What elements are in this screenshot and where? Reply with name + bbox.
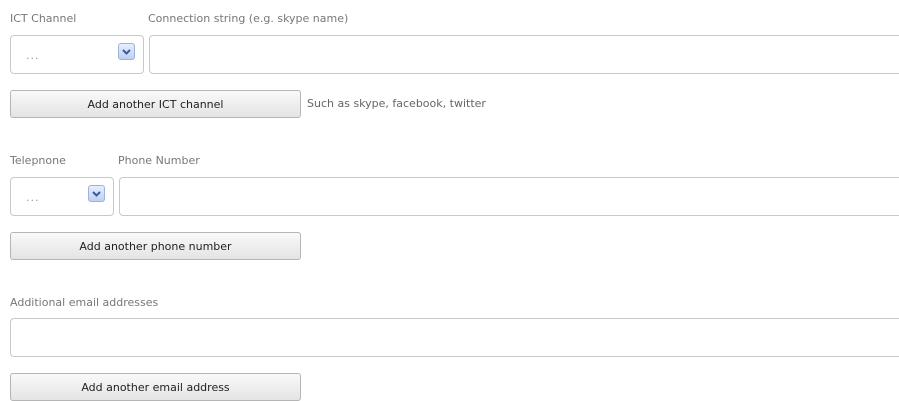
add-ict-channel-button[interactable]: Add another ICT channel [10, 90, 301, 118]
connection-string-input[interactable] [149, 35, 899, 74]
add-phone-number-button[interactable]: Add another phone number [10, 232, 301, 260]
ict-channel-select-value: ... [26, 49, 40, 62]
additional-email-input[interactable] [10, 318, 899, 357]
chevron-down-icon[interactable] [118, 43, 135, 60]
connection-string-label: Connection string (e.g. skype name) [148, 12, 349, 25]
phone-number-input[interactable] [119, 177, 899, 216]
telephone-type-label: Telepnone [10, 154, 66, 167]
phone-number-label: Phone Number [118, 154, 200, 167]
ict-channel-select[interactable]: ... [10, 35, 144, 74]
additional-email-label: Additional email addresses [10, 296, 159, 309]
telephone-type-select[interactable]: ... [10, 177, 114, 216]
ict-channel-hint: Such as skype, facebook, twitter [307, 97, 486, 110]
ict-channel-label: ICT Channel [10, 12, 77, 25]
telephone-type-select-value: ... [26, 191, 40, 204]
chevron-down-icon[interactable] [88, 185, 105, 202]
add-email-address-button[interactable]: Add another email address [10, 373, 301, 401]
